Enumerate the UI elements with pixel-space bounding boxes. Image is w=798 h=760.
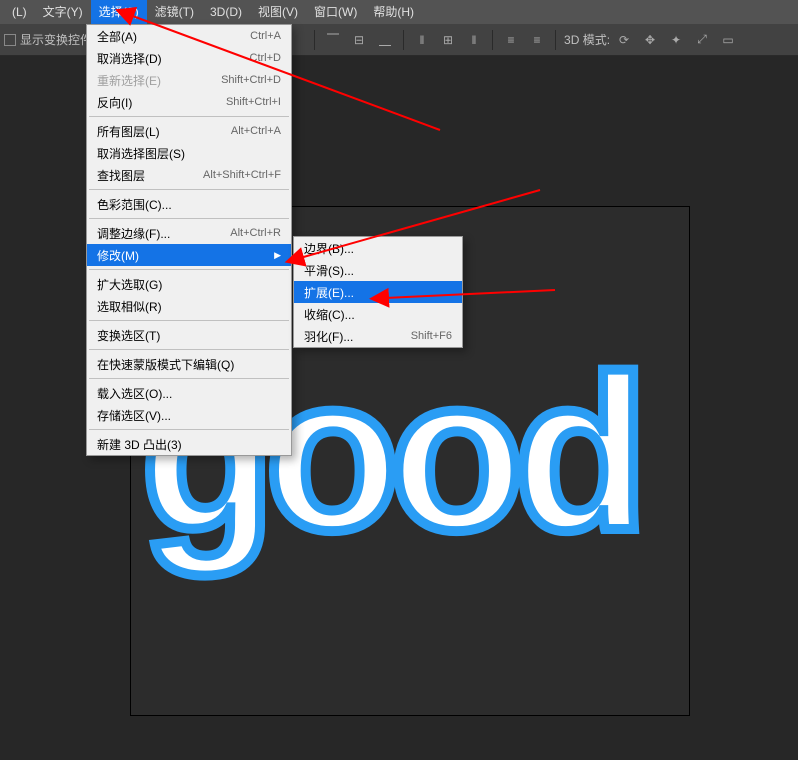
divider bbox=[314, 30, 315, 50]
distribute-hcenter-icon[interactable]: ⊞ bbox=[438, 30, 458, 50]
align-bottom-icon[interactable]: ⎽ bbox=[375, 30, 395, 50]
menu-item[interactable]: 修改(M) ▶ bbox=[87, 244, 291, 266]
menu-separator bbox=[89, 349, 289, 350]
align-icons: ⎺ ⊟ ⎽ bbox=[323, 30, 395, 50]
menu-select[interactable]: 选择(S) bbox=[91, 0, 147, 24]
orbit-icon[interactable]: ⟳ bbox=[614, 30, 634, 50]
menu-item[interactable]: 调整边缘(F)... Alt+Ctrl+R bbox=[87, 222, 291, 244]
menubar: (L) 文字(Y) 选择(S) 滤镜(T) 3D(D) 视图(V) 窗口(W) … bbox=[0, 0, 798, 24]
menu-item-shortcut: Ctrl+D bbox=[250, 52, 281, 64]
menu-item-label: 载入选区(O)... bbox=[97, 385, 172, 402]
menu-item-shortcut: Shift+Ctrl+I bbox=[226, 96, 281, 108]
menu-separator bbox=[89, 378, 289, 379]
submenu-item[interactable]: 扩展(E)... bbox=[294, 281, 462, 303]
submenu-item-label: 收缩(C)... bbox=[304, 306, 355, 323]
menu-item-label: 变换选区(T) bbox=[97, 327, 160, 344]
menu-item-label: 重新选择(E) bbox=[97, 72, 161, 89]
move-icon[interactable]: ✦ bbox=[666, 30, 686, 50]
menu-separator bbox=[89, 116, 289, 117]
submenu-arrow-icon: ▶ bbox=[274, 250, 281, 261]
distribute-top-icon[interactable]: ≡ bbox=[501, 30, 521, 50]
camera-icon[interactable]: ▭ bbox=[718, 30, 738, 50]
show-transform-label: 显示变换控件 bbox=[20, 31, 92, 48]
mode3d-icons: ⟳ ✥ ✦ ⤢ ▭ bbox=[614, 30, 738, 50]
menu-item-shortcut: Alt+Ctrl+R bbox=[230, 227, 281, 239]
menu-item-label: 扩大选取(G) bbox=[97, 276, 162, 293]
menu-item-shortcut: Alt+Shift+Ctrl+F bbox=[203, 169, 281, 181]
menu-item[interactable]: 查找图层 Alt+Shift+Ctrl+F bbox=[87, 164, 291, 186]
menu-item[interactable]: 所有图层(L) Alt+Ctrl+A bbox=[87, 120, 291, 142]
menu-l[interactable]: (L) bbox=[4, 0, 35, 24]
menu-item[interactable]: 全部(A) Ctrl+A bbox=[87, 25, 291, 47]
menu-item-label: 反向(I) bbox=[97, 94, 132, 111]
submenu-item-label: 扩展(E)... bbox=[304, 284, 354, 301]
menu-item-label: 查找图层 bbox=[97, 167, 145, 184]
menu-help[interactable]: 帮助(H) bbox=[365, 0, 422, 24]
menu-separator bbox=[89, 218, 289, 219]
modify-submenu: 边界(B)... 平滑(S)... 扩展(E)... 收缩(C)... 羽化(F)...… bbox=[293, 236, 463, 348]
submenu-item[interactable]: 收缩(C)... bbox=[294, 303, 462, 325]
align-vcenter-icon[interactable]: ⊟ bbox=[349, 30, 369, 50]
menu-item-label: 在快速蒙版模式下编辑(Q) bbox=[97, 356, 234, 373]
align-top-icon[interactable]: ⎺ bbox=[323, 30, 343, 50]
menu-item-label: 选取相似(R) bbox=[97, 298, 162, 315]
menu-separator bbox=[89, 189, 289, 190]
submenu-item-label: 羽化(F)... bbox=[304, 328, 353, 345]
menu-item[interactable]: 色彩范围(C)... bbox=[87, 193, 291, 215]
menu-3d[interactable]: 3D(D) bbox=[202, 0, 250, 24]
submenu-item[interactable]: 羽化(F)... Shift+F6 bbox=[294, 325, 462, 347]
menu-item-shortcut: Alt+Ctrl+A bbox=[231, 125, 281, 137]
menu-item[interactable]: 新建 3D 凸出(3) bbox=[87, 433, 291, 455]
menu-separator bbox=[89, 269, 289, 270]
submenu-item-shortcut: Shift+F6 bbox=[411, 330, 452, 342]
menu-item-shortcut: Ctrl+A bbox=[250, 30, 281, 42]
scale-icon[interactable]: ⤢ bbox=[692, 30, 712, 50]
menu-item[interactable]: 在快速蒙版模式下编辑(Q) bbox=[87, 353, 291, 375]
distribute-icons: ‖ ⊞ ‖ bbox=[412, 30, 484, 50]
menu-item[interactable]: 取消选择图层(S) bbox=[87, 142, 291, 164]
menu-item[interactable]: 扩大选取(G) bbox=[87, 273, 291, 295]
menu-item[interactable]: 取消选择(D) Ctrl+D bbox=[87, 47, 291, 69]
menu-item[interactable]: 选取相似(R) bbox=[87, 295, 291, 317]
submenu-item-label: 边界(B)... bbox=[304, 240, 354, 257]
distribute-right-icon[interactable]: ‖ bbox=[464, 30, 484, 50]
divider bbox=[555, 30, 556, 50]
menu-filter[interactable]: 滤镜(T) bbox=[147, 0, 202, 24]
menu-item-label: 全部(A) bbox=[97, 28, 137, 45]
menu-item-label: 色彩范围(C)... bbox=[97, 196, 172, 213]
menu-text[interactable]: 文字(Y) bbox=[35, 0, 91, 24]
menu-item-label: 取消选择图层(S) bbox=[97, 145, 185, 162]
menu-item-label: 取消选择(D) bbox=[97, 50, 162, 67]
divider bbox=[492, 30, 493, 50]
submenu-item[interactable]: 平滑(S)... bbox=[294, 259, 462, 281]
distribute-vcenter-icon[interactable]: ≡ bbox=[527, 30, 547, 50]
menu-item-label: 存储选区(V)... bbox=[97, 407, 171, 424]
menu-item-label: 调整边缘(F)... bbox=[97, 225, 170, 242]
distribute-left-icon[interactable]: ‖ bbox=[412, 30, 432, 50]
submenu-item-label: 平滑(S)... bbox=[304, 262, 354, 279]
menu-item[interactable]: 反向(I) Shift+Ctrl+I bbox=[87, 91, 291, 113]
menu-separator bbox=[89, 320, 289, 321]
menu-window[interactable]: 窗口(W) bbox=[306, 0, 365, 24]
menu-item[interactable]: 重新选择(E) Shift+Ctrl+D bbox=[87, 69, 291, 91]
divider bbox=[403, 30, 404, 50]
submenu-item[interactable]: 边界(B)... bbox=[294, 237, 462, 259]
menu-item[interactable]: 存储选区(V)... bbox=[87, 404, 291, 426]
menu-item-label: 新建 3D 凸出(3) bbox=[97, 436, 182, 453]
menu-item[interactable]: 变换选区(T) bbox=[87, 324, 291, 346]
mode3d-label: 3D 模式: bbox=[564, 31, 610, 48]
menu-item-label: 修改(M) bbox=[97, 247, 139, 264]
menu-item-shortcut: Shift+Ctrl+D bbox=[221, 74, 281, 86]
show-transform-checkbox[interactable] bbox=[4, 34, 16, 46]
distribute-v-icons: ≡ ≡ bbox=[501, 30, 547, 50]
pan-icon[interactable]: ✥ bbox=[640, 30, 660, 50]
menu-item-label: 所有图层(L) bbox=[97, 123, 160, 140]
menu-item[interactable]: 载入选区(O)... bbox=[87, 382, 291, 404]
select-menu-dropdown: 全部(A) Ctrl+A 取消选择(D) Ctrl+D 重新选择(E) Shift+Ctr… bbox=[86, 24, 292, 456]
menu-separator bbox=[89, 429, 289, 430]
menu-view[interactable]: 视图(V) bbox=[250, 0, 306, 24]
